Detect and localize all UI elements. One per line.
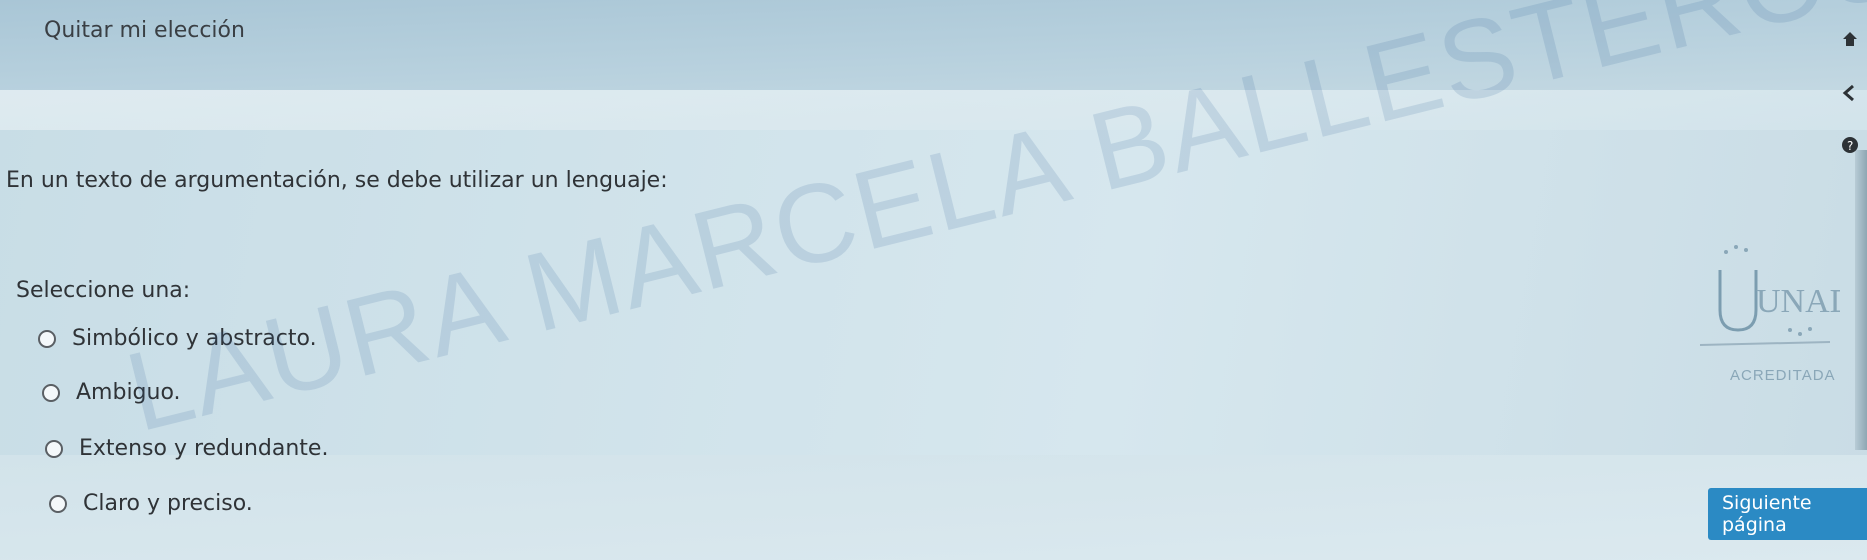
logo-subtitle: ACREDITADA (1730, 367, 1836, 384)
answer-option-label: Claro y preciso. (83, 491, 253, 516)
radio-button[interactable] (38, 329, 56, 348)
radio-button[interactable] (42, 383, 60, 402)
next-page-button[interactable]: Siguiente página (1708, 488, 1867, 540)
unad-logo: UNAD ACREDITADA (1699, 245, 1840, 384)
svg-text:?: ? (1847, 139, 1853, 153)
question-text: En un texto de argumentación, se debe ut… (6, 168, 668, 193)
radio-button[interactable] (45, 439, 63, 458)
remove-choice-link[interactable]: Quitar mi elección (44, 18, 245, 43)
logo-name: UNAD (1756, 283, 1840, 320)
home-icon[interactable] (1839, 28, 1861, 50)
back-arrow-icon[interactable] (1839, 82, 1861, 104)
footer-band (0, 455, 1867, 560)
help-icon[interactable]: ? (1839, 134, 1861, 156)
answer-option-4[interactable]: Claro y preciso. (49, 491, 253, 516)
radio-button[interactable] (49, 494, 67, 513)
right-edge-shadow (1855, 150, 1867, 450)
select-one-prompt: Seleccione una: (16, 278, 191, 303)
